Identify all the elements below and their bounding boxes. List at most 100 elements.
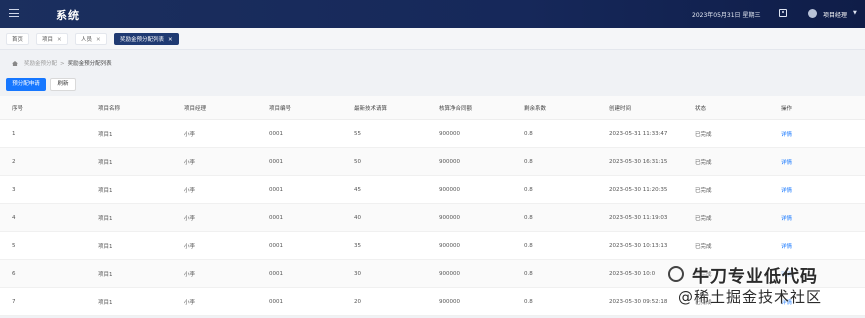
cell-project-code: 0001 (269, 186, 283, 193)
cell-tech-value: 20 (354, 298, 361, 305)
cell-created-time: 2023-05-31 11:33:47 (609, 130, 668, 137)
tab-personnel[interactable]: 人员 ✕ (75, 33, 107, 45)
tab-project[interactable]: 项目 ✕ (36, 33, 68, 45)
cell-remaining-coefficient: 0.8 (524, 242, 533, 249)
column-header: 核算净合同额 (439, 105, 473, 112)
table-row: 5 项目1 小李 0001 35 900000 0.8 2023-05-30 1… (0, 232, 865, 260)
cell-manager: 小李 (184, 243, 196, 250)
cell-project-name: 项目1 (98, 131, 113, 138)
detail-link[interactable]: 详情 (781, 204, 792, 231)
cell-status: 已完成 (695, 159, 712, 166)
table-row: 3 项目1 小李 0001 45 900000 0.8 2023-05-30 1… (0, 176, 865, 204)
cell-created-time: 2023-05-30 16:31:15 (609, 158, 668, 165)
close-icon[interactable]: ✕ (57, 37, 62, 43)
cell-tech-value: 55 (354, 130, 361, 137)
cell-tech-value: 50 (354, 158, 361, 165)
cell-project-name: 项目1 (98, 271, 113, 278)
detail-link[interactable]: 详情 (781, 232, 792, 259)
watermark-text: 牛刀专业低代码 (692, 267, 818, 287)
cell-status: 已完成 (695, 215, 712, 222)
cell-created-time: 2023-05-30 09:52:18 (609, 298, 668, 305)
column-header: 序号 (12, 105, 24, 112)
watermark-logo-icon (668, 266, 684, 282)
breadcrumb-current: 奖励金预分配列表 (67, 61, 112, 67)
column-header: 项目名称 (98, 105, 121, 112)
cell-project-code: 0001 (269, 298, 283, 305)
top-header: 系统 2023年05月31日 星期三 项目经理 ▼ (0, 0, 865, 28)
column-header: 项目经理 (184, 105, 207, 112)
cell-manager: 小李 (184, 271, 196, 278)
avatar[interactable] (808, 9, 817, 18)
menu-toggle-icon[interactable] (9, 9, 19, 18)
cell-created-time: 2023-05-30 10:0 (609, 270, 656, 277)
watermark: 牛刀专业低代码 @稀土掘金技术社区 (668, 262, 858, 314)
cell-contract-amount: 900000 (439, 270, 460, 277)
cell-project-name: 项目1 (98, 299, 113, 306)
cell-project-code: 0001 (269, 270, 283, 277)
cell-status: 已完成 (695, 187, 712, 194)
column-header: 创建时间 (609, 105, 632, 112)
cell-project-code: 0001 (269, 214, 283, 221)
cell-contract-amount: 900000 (439, 130, 460, 137)
home-icon[interactable] (12, 61, 18, 66)
cell-index: 4 (12, 214, 16, 221)
cell-project-code: 0001 (269, 242, 283, 249)
app-title: 系统 (56, 9, 80, 22)
cell-project-code: 0001 (269, 158, 283, 165)
cell-status: 已完成 (695, 131, 712, 138)
table-row: 1 项目1 小李 0001 55 900000 0.8 2023-05-31 1… (0, 120, 865, 148)
breadcrumb-parent[interactable]: 奖励金预分配 (24, 61, 57, 67)
tab-label: 奖励金预分配列表 (120, 37, 165, 43)
cell-project-name: 项目1 (98, 215, 113, 222)
cell-contract-amount: 900000 (439, 186, 460, 193)
cell-manager: 小李 (184, 299, 196, 306)
cell-contract-amount: 900000 (439, 214, 460, 221)
cell-manager: 小李 (184, 215, 196, 222)
close-icon[interactable]: ✕ (96, 37, 101, 43)
cell-manager: 小李 (184, 131, 196, 138)
tab-label: 项目 (42, 37, 54, 43)
cell-project-name: 项目1 (98, 159, 113, 166)
cell-created-time: 2023-05-30 11:19:03 (609, 214, 668, 221)
column-header: 剩余系数 (524, 105, 547, 112)
cell-contract-amount: 900000 (439, 242, 460, 249)
table-row: 2 项目1 小李 0001 50 900000 0.8 2023-05-30 1… (0, 148, 865, 176)
cell-remaining-coefficient: 0.8 (524, 158, 533, 165)
cell-remaining-coefficient: 0.8 (524, 214, 533, 221)
table-header: 序号 项目名称 项目经理 项目编号 最新技术请算 核算净合同额 剩余系数 创建时… (0, 96, 865, 120)
close-icon[interactable]: ✕ (168, 37, 173, 43)
tab-label: 人员 (81, 37, 93, 43)
detail-link[interactable]: 详情 (781, 176, 792, 203)
tab-allocation-list[interactable]: 奖励金预分配列表 ✕ (114, 33, 179, 45)
cell-tech-value: 40 (354, 214, 361, 221)
cell-project-code: 0001 (269, 130, 283, 137)
cell-remaining-coefficient: 0.8 (524, 298, 533, 305)
cell-project-name: 项目1 (98, 243, 113, 250)
cell-created-time: 2023-05-30 10:13:13 (609, 242, 668, 249)
tabs-bar: 首页 项目 ✕ 人员 ✕ 奖励金预分配列表 ✕ (0, 28, 865, 50)
column-header: 项目编号 (269, 105, 292, 112)
cell-index: 3 (12, 186, 16, 193)
cell-created-time: 2023-05-30 11:20:35 (609, 186, 668, 193)
detail-link[interactable]: 详情 (781, 120, 792, 147)
cell-manager: 小李 (184, 187, 196, 194)
table-row: 4 项目1 小李 0001 40 900000 0.8 2023-05-30 1… (0, 204, 865, 232)
preallocation-apply-button[interactable]: 预分配申请 (6, 78, 46, 91)
cell-manager: 小李 (184, 159, 196, 166)
cell-index: 5 (12, 242, 16, 249)
refresh-button[interactable]: 刷新 (50, 78, 76, 91)
cell-remaining-coefficient: 0.8 (524, 186, 533, 193)
chevron-down-icon[interactable]: ▼ (853, 10, 857, 16)
tab-label: 首页 (12, 37, 24, 43)
watermark-subtext: @稀土掘金技术社区 (678, 288, 823, 306)
cell-contract-amount: 900000 (439, 298, 460, 305)
cell-tech-value: 45 (354, 186, 361, 193)
current-datetime: 2023年05月31日 星期三 (692, 12, 761, 19)
detail-link[interactable]: 详情 (781, 148, 792, 175)
username-label[interactable]: 项目经理 (823, 10, 847, 19)
tab-home[interactable]: 首页 (6, 33, 30, 45)
cell-index: 7 (12, 298, 16, 305)
profile-icon[interactable] (779, 9, 787, 17)
breadcrumb-separator: > (60, 61, 65, 67)
cell-remaining-coefficient: 0.8 (524, 130, 533, 137)
